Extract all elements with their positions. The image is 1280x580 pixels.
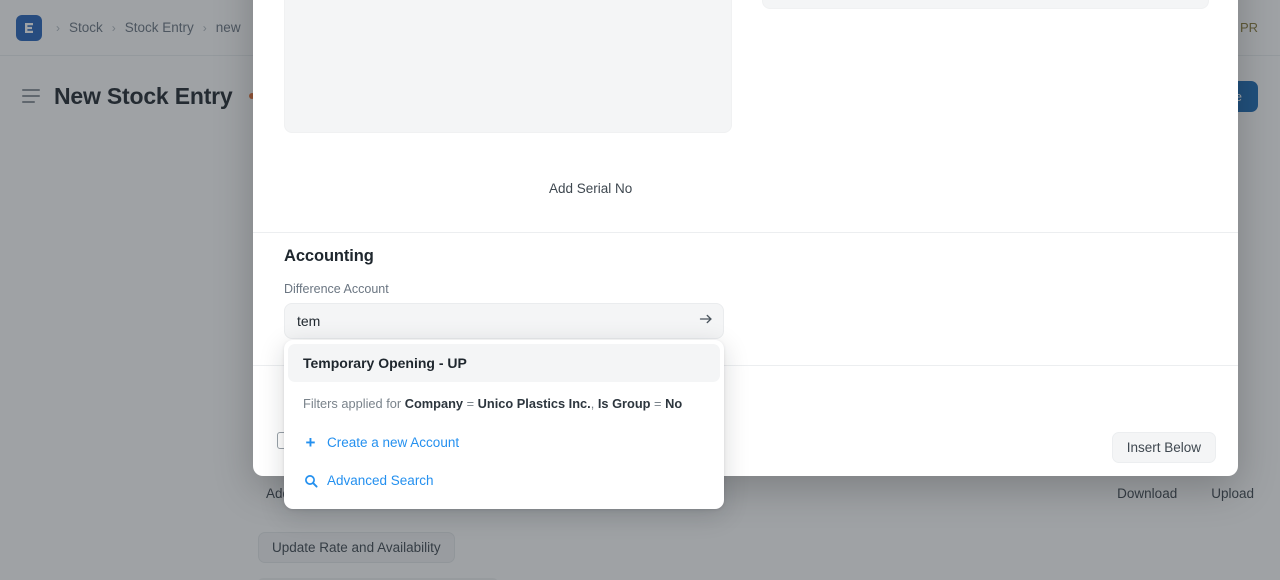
difference-account-input[interactable] [284, 303, 724, 339]
add-serial-no-button[interactable]: Add Serial No [549, 181, 632, 196]
difference-account-dropdown: Temporary Opening - UP Filters applied f… [284, 340, 724, 509]
section-divider-top [253, 232, 1238, 233]
batch-no-input[interactable] [762, 0, 1210, 9]
filters-field1-name: Company [405, 396, 463, 411]
serial-batch-field-row: Serial No Batch No [284, 0, 1209, 138]
accounting-section-title: Accounting [284, 247, 374, 266]
advanced-search-label: Advanced Search [327, 473, 434, 488]
search-icon [303, 474, 318, 488]
difference-account-label: Difference Account [284, 282, 724, 296]
filters-field2-name: Is Group [598, 396, 651, 411]
filters-eq1: = [467, 396, 474, 411]
batch-no-field-group: Batch No [762, 0, 1210, 138]
filters-field1-value: Unico Plastics Inc. [478, 396, 591, 411]
difference-account-search-wrap [284, 303, 724, 339]
filters-prefix: Filters applied for [303, 396, 401, 411]
insert-below-button[interactable]: Insert Below [1112, 432, 1216, 463]
create-new-account-action[interactable]: + Create a new Account [284, 423, 724, 462]
filters-comma: , [591, 396, 595, 411]
dropdown-option-temporary-opening[interactable]: Temporary Opening - UP [288, 344, 720, 382]
create-new-account-label: Create a new Account [327, 435, 459, 450]
filters-field2-value: No [665, 396, 682, 411]
serial-no-field-group: Serial No [284, 0, 732, 138]
screen-root: › Stock › Stock Entry › new PR New Stock… [0, 0, 1280, 580]
serial-no-input[interactable] [284, 0, 732, 133]
difference-account-field-group: Difference Account [284, 282, 724, 339]
dropdown-filters-note: Filters applied for Company = Unico Plas… [284, 382, 724, 423]
filters-eq2: = [654, 396, 661, 411]
plus-icon: + [303, 434, 318, 451]
advanced-search-action[interactable]: Advanced Search [284, 462, 724, 499]
